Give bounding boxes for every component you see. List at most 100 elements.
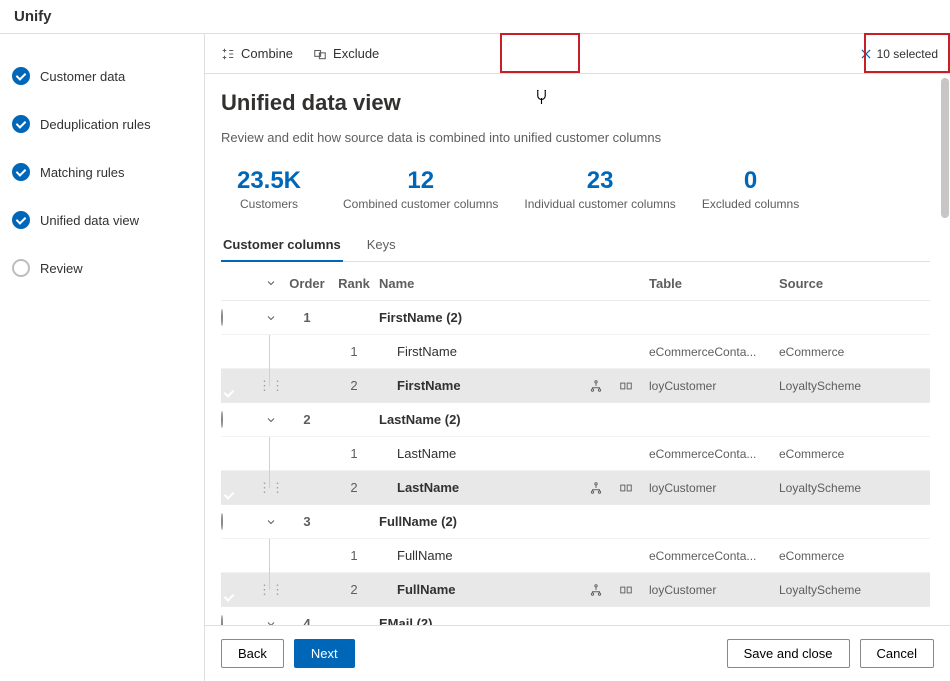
- combine-button[interactable]: Combine: [211, 40, 303, 67]
- header-table[interactable]: Table: [649, 276, 779, 291]
- tabs: Customer columns Keys: [221, 229, 930, 262]
- combine-label: Combine: [241, 46, 293, 61]
- exclude-button[interactable]: Exclude: [303, 40, 389, 67]
- table-row[interactable]: 1 LastName eCommerceConta... eCommerce: [221, 436, 930, 470]
- drag-handle-icon[interactable]: ⋮⋮: [257, 582, 285, 598]
- tab-keys[interactable]: Keys: [365, 229, 398, 261]
- chevron-down-icon[interactable]: [257, 277, 285, 289]
- table-cell: eCommerceConta...: [649, 345, 779, 359]
- chevron-down-icon[interactable]: [257, 618, 285, 625]
- stat-excluded-columns: 0 Excluded columns: [702, 167, 799, 211]
- selected-count: 10 selected: [877, 47, 938, 61]
- table-row[interactable]: 3 FullName (2): [221, 504, 930, 538]
- close-icon: [859, 47, 873, 61]
- radio-unchecked[interactable]: [221, 513, 223, 530]
- table-row[interactable]: ⋮⋮ 2 FirstName loyCustomer LoyaltyScheme: [221, 368, 930, 402]
- chevron-down-icon[interactable]: [257, 516, 285, 528]
- merge-icon[interactable]: [619, 379, 633, 393]
- name-cell: FullName: [379, 582, 589, 597]
- name-cell: FirstName: [379, 378, 589, 393]
- stat-label: Excluded columns: [702, 197, 799, 211]
- table-row[interactable]: 1 FirstName eCommerceConta... eCommerce: [221, 334, 930, 368]
- check-icon: [12, 115, 30, 133]
- stats-row: 23.5K Customers 12 Combined customer col…: [221, 167, 930, 211]
- back-button[interactable]: Back: [221, 639, 284, 668]
- source-cell: LoyaltyScheme: [779, 583, 889, 597]
- stat-value: 23: [524, 167, 675, 195]
- order-cell: 4: [285, 616, 329, 625]
- table-cell: eCommerceConta...: [649, 447, 779, 461]
- scrollbar-thumb[interactable]: [941, 78, 949, 218]
- radio-unchecked[interactable]: [221, 411, 223, 428]
- rank-cell: 2: [329, 582, 379, 597]
- step-customer-data[interactable]: Customer data: [12, 52, 204, 100]
- stat-customers: 23.5K Customers: [221, 167, 317, 211]
- scrollbar[interactable]: [940, 74, 950, 625]
- exclude-icon: [313, 47, 327, 61]
- chevron-down-icon[interactable]: [257, 414, 285, 426]
- step-unified-data-view[interactable]: Unified data view: [12, 196, 204, 244]
- stat-combined-columns: 12 Combined customer columns: [343, 167, 498, 211]
- rank-cell: 1: [329, 344, 379, 359]
- combine-icon: [221, 47, 235, 61]
- table-cell: loyCustomer: [649, 583, 779, 597]
- check-icon: [12, 67, 30, 85]
- table-row[interactable]: 1 FullName eCommerceConta... eCommerce: [221, 538, 930, 572]
- merge-icon[interactable]: [619, 481, 633, 495]
- columns-grid: Order Rank Name Table Source 1 FirstName…: [221, 266, 930, 625]
- step-matching-rules[interactable]: Matching rules: [12, 148, 204, 196]
- tab-customer-columns[interactable]: Customer columns: [221, 229, 343, 262]
- table-cell: eCommerceConta...: [649, 549, 779, 563]
- step-label: Review: [40, 261, 83, 276]
- name-cell: FullName (2): [379, 514, 589, 529]
- table-row[interactable]: ⋮⋮ 2 LastName loyCustomer LoyaltyScheme: [221, 470, 930, 504]
- stat-value: 12: [343, 167, 498, 195]
- check-icon: [12, 163, 30, 181]
- source-cell: LoyaltyScheme: [779, 481, 889, 495]
- chevron-down-icon[interactable]: [257, 312, 285, 324]
- save-close-button[interactable]: Save and close: [727, 639, 850, 668]
- order-cell: 3: [285, 514, 329, 529]
- rank-cell: 1: [329, 446, 379, 461]
- step-label: Customer data: [40, 69, 125, 84]
- merge-icon[interactable]: [619, 583, 633, 597]
- app-title: Unify: [0, 0, 950, 34]
- header-rank[interactable]: Rank: [329, 276, 379, 291]
- table-row[interactable]: 1 FirstName (2): [221, 300, 930, 334]
- source-cell: eCommerce: [779, 447, 889, 461]
- table-row[interactable]: 2 LastName (2): [221, 402, 930, 436]
- stepper-sidebar: Customer data Deduplication rules Matchi…: [0, 34, 205, 681]
- next-button[interactable]: Next: [294, 639, 355, 668]
- stat-label: Individual customer columns: [524, 197, 675, 211]
- step-deduplication-rules[interactable]: Deduplication rules: [12, 100, 204, 148]
- table-row[interactable]: ⋮⋮ 2 FullName loyCustomer LoyaltyScheme: [221, 572, 930, 606]
- rank-cell: 1: [329, 548, 379, 563]
- stat-value: 23.5K: [221, 167, 317, 195]
- hierarchy-icon[interactable]: [589, 379, 603, 393]
- cancel-button[interactable]: Cancel: [860, 639, 934, 668]
- radio-unchecked[interactable]: [221, 309, 223, 326]
- rank-cell: 2: [329, 378, 379, 393]
- circle-icon: [12, 259, 30, 277]
- order-cell: 1: [285, 310, 329, 325]
- header-source[interactable]: Source: [779, 276, 889, 291]
- table-cell: loyCustomer: [649, 481, 779, 495]
- stat-label: Customers: [221, 197, 317, 211]
- drag-handle-icon[interactable]: ⋮⋮: [257, 480, 285, 496]
- rank-cell: 2: [329, 480, 379, 495]
- step-label: Unified data view: [40, 213, 139, 228]
- stat-label: Combined customer columns: [343, 197, 498, 211]
- name-cell: LastName: [379, 446, 589, 461]
- clear-selection-button[interactable]: 10 selected: [859, 47, 944, 61]
- name-cell: LastName: [379, 480, 589, 495]
- step-review[interactable]: Review: [12, 244, 204, 292]
- radio-unchecked[interactable]: [221, 615, 223, 625]
- table-row[interactable]: 4 EMail (2): [221, 606, 930, 625]
- step-label: Matching rules: [40, 165, 125, 180]
- hierarchy-icon[interactable]: [589, 583, 603, 597]
- drag-handle-icon[interactable]: ⋮⋮: [257, 378, 285, 394]
- header-order[interactable]: Order: [285, 276, 329, 291]
- name-cell: FullName: [379, 548, 589, 563]
- header-name[interactable]: Name: [379, 276, 589, 291]
- hierarchy-icon[interactable]: [589, 481, 603, 495]
